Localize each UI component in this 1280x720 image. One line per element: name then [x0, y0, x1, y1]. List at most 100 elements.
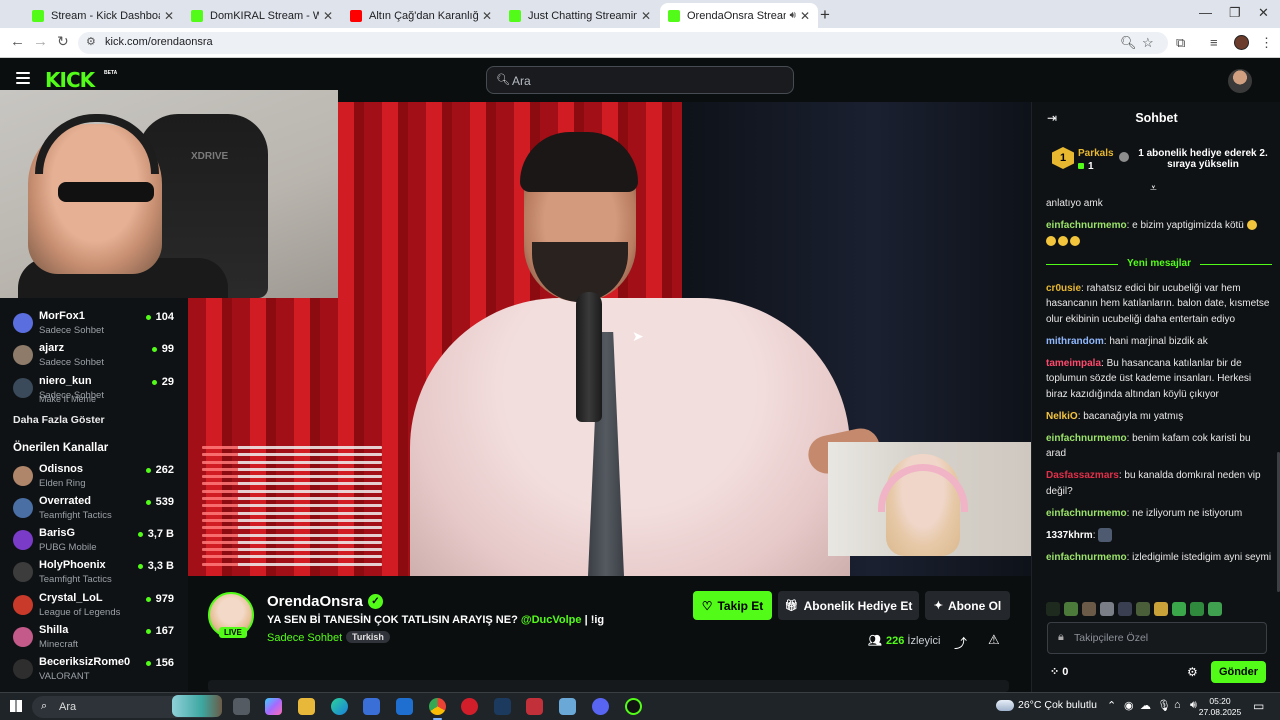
menu-hamburger-icon[interactable] — [16, 72, 30, 84]
weather-widget[interactable]: 26°C Çok bulutlu — [996, 699, 1097, 711]
emote-icon[interactable] — [1100, 602, 1114, 616]
onedrive-cloud-icon[interactable]: ☁ — [1140, 699, 1151, 712]
message-user[interactable]: Dasfassazmars — [1046, 470, 1119, 481]
follow-button[interactable]: ♡ Takip Et — [693, 591, 772, 620]
url-text[interactable]: kick.com/orendaonsra — [105, 36, 213, 48]
message-user[interactable]: NelkiO — [1046, 411, 1078, 422]
share-icon[interactable]: ⤴ — [954, 633, 967, 652]
browser-tab-active[interactable]: OrendaOnsra Stream - Watc 🔊︎ ✕ — [660, 3, 818, 28]
windows-start-icon[interactable] — [10, 700, 22, 712]
sidebar-channel[interactable]: niero_kun Sadece Sohbet 29 — [0, 375, 188, 407]
chrome-icon[interactable] — [429, 698, 446, 720]
pinned-gift-leaderboard[interactable]: 1 Parkals 1 1 abonelik hediye ederek 2. … — [1032, 141, 1280, 177]
sidebar-channel[interactable]: Shilla Minecraft 167 — [0, 624, 188, 656]
streamer-name[interactable]: OrendaOnsra — [267, 593, 363, 610]
site-info-icon[interactable]: ⚙︎ — [86, 35, 96, 48]
zoom-icon[interactable]: 🔍︎ — [1120, 35, 1137, 51]
channel-points[interactable]: ⁘ 0 — [1050, 665, 1068, 678]
emote-icon[interactable] — [1064, 602, 1078, 616]
message-user[interactable]: tameimpala — [1046, 358, 1101, 369]
browser-profile-avatar[interactable] — [1234, 35, 1249, 50]
search-input[interactable]: 🔍︎ Ara — [486, 66, 794, 94]
tray-overflow-chevron-icon[interactable]: ⌃ — [1107, 699, 1116, 712]
browser-tab[interactable]: Just Chatting Streaming - Live S ✕ — [501, 3, 659, 28]
language-tag[interactable]: Turkish — [346, 631, 390, 643]
close-tab-icon[interactable]: ✕ — [323, 9, 333, 23]
send-button[interactable]: Gönder — [1211, 661, 1266, 683]
new-tab-plus-icon[interactable]: + — [820, 5, 830, 25]
speaker-icon[interactable]: 🔊︎ — [790, 10, 796, 21]
forward-arrow-icon[interactable]: → — [33, 33, 48, 50]
close-window-icon[interactable]: ✕ — [1258, 5, 1269, 21]
microphone-icon[interactable]: 🎙︎ — [1157, 699, 1171, 712]
app-icon[interactable] — [526, 698, 543, 715]
opera-icon[interactable] — [461, 698, 478, 715]
emote-icon[interactable] — [1082, 602, 1096, 616]
settings-app-icon[interactable] — [559, 698, 576, 715]
emote-icon[interactable] — [1190, 602, 1204, 616]
chat-settings-gear-icon[interactable]: ⚙ — [1187, 665, 1198, 679]
show-more-link[interactable]: Daha Fazla Göster — [13, 414, 105, 426]
browser-tab[interactable]: Stream - Kick Dashboard ✕ — [24, 3, 182, 28]
minimize-icon[interactable]: — — [1199, 5, 1212, 20]
maximize-icon[interactable]: ❐ — [1229, 5, 1241, 21]
extensions-icon[interactable]: ⧉ — [1176, 35, 1185, 51]
emote-icon[interactable] — [1208, 602, 1222, 616]
edge-browser-icon[interactable] — [331, 698, 348, 715]
browser-menu-icon[interactable]: ⋮ — [1260, 35, 1273, 51]
back-arrow-icon[interactable]: ← — [10, 33, 25, 50]
steam-icon[interactable] — [494, 698, 511, 715]
emote-icon[interactable] — [1046, 602, 1060, 616]
tray-app-icon[interactable]: ◉ — [1124, 699, 1134, 712]
discord-icon[interactable] — [592, 698, 609, 715]
stream-category-link[interactable]: Sadece Sohbet — [267, 632, 342, 644]
close-tab-icon[interactable]: ✕ — [800, 9, 810, 23]
message-user[interactable]: 1337khrm — [1046, 530, 1093, 541]
emote-icon[interactable] — [1154, 602, 1168, 616]
outlook-icon[interactable] — [396, 698, 413, 715]
user-avatar[interactable] — [1228, 69, 1252, 93]
sidebar-channel[interactable]: ajarz Sadece Sohbet 99 — [0, 342, 188, 374]
subscribe-button[interactable]: ✦ Abone Ol — [925, 591, 1010, 620]
bookmark-star-icon[interactable]: ☆ — [1142, 35, 1154, 51]
sidebar-channel[interactable]: MorFox1 Sadece Sohbet 104 — [0, 310, 188, 342]
message-user[interactable]: einfachnurmemo — [1046, 433, 1127, 444]
report-warning-icon[interactable]: ⚠ — [988, 632, 1000, 648]
browser-tab[interactable]: Altın Çağ'dan Karanlığa: Yuga D ✕ — [342, 3, 500, 28]
scroll-down-icon[interactable]: ⩡ — [1150, 181, 1157, 196]
sidebar-channel[interactable]: BeceriksizRome0 VALORANT 156 — [0, 656, 188, 688]
emote-icon[interactable] — [1136, 602, 1150, 616]
file-explorer-icon[interactable] — [298, 698, 315, 715]
emote-icon[interactable] — [1172, 602, 1186, 616]
obs-icon[interactable] — [625, 698, 642, 715]
system-clock[interactable]: 05:20 27.08.2025 — [1196, 696, 1244, 718]
message-user[interactable]: einfachnurmemo — [1046, 552, 1127, 563]
notifications-icon[interactable]: ▭ — [1253, 699, 1264, 713]
search-highlight-image[interactable] — [172, 695, 222, 717]
gift-subscription-button[interactable]: 🎁︎ Abonelik Hediye Et — [778, 591, 919, 620]
chat-input[interactable]: 🔒︎ Takipçilere Özel — [1047, 622, 1267, 654]
omnibox[interactable]: ⚙︎ kick.com/orendaonsra — [78, 32, 1168, 54]
network-icon[interactable]: ⌂ — [1174, 699, 1181, 711]
sidebar-channel[interactable]: Crystal_LoL League of Legends 979 — [0, 592, 188, 624]
close-tab-icon[interactable]: ✕ — [641, 9, 651, 23]
stream-title-mention[interactable]: @DucVolpe — [521, 614, 582, 626]
sidebar-channel[interactable]: HolyPhoenix Teamfight Tactics 3,3 B — [0, 559, 188, 591]
sidebar-channel[interactable]: BarisG PUBG Mobile 3,7 B — [0, 527, 188, 559]
message-user[interactable]: mithrandom — [1046, 336, 1104, 347]
sidebar-channel[interactable]: Overrated Teamfight Tactics 539 — [0, 495, 188, 527]
message-user[interactable]: einfachnurmemo — [1046, 220, 1127, 231]
sidebar-channel[interactable]: Odisnos Elden Ring 262 — [0, 463, 188, 495]
message-user[interactable]: cr0usie — [1046, 283, 1081, 294]
close-tab-icon[interactable]: ✕ — [164, 9, 174, 23]
store-icon[interactable] — [363, 698, 380, 715]
browser-tab[interactable]: DomKIRAL Stream - Watch Live ✕ — [183, 3, 341, 28]
task-view-icon[interactable] — [233, 698, 250, 715]
close-tab-icon[interactable]: ✕ — [482, 9, 492, 23]
copilot-icon[interactable] — [265, 698, 282, 715]
media-controls-icon[interactable]: ≡ — [1210, 35, 1218, 50]
message-user[interactable]: einfachnurmemo — [1046, 508, 1127, 519]
reload-icon[interactable]: ↻ — [57, 33, 69, 50]
emote-icon[interactable] — [1118, 602, 1132, 616]
kick-logo[interactable]: KICK — [45, 68, 95, 92]
